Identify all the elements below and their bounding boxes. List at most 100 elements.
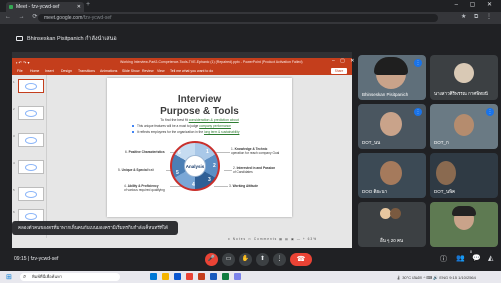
tab-close-icon[interactable]: ✕: [77, 2, 81, 12]
activities-icon[interactable]: ◭: [488, 254, 493, 262]
present-button[interactable]: ⬆: [256, 253, 269, 266]
excel-icon[interactable]: [222, 273, 229, 280]
speaking-indicator-icon: ⋮: [414, 108, 422, 116]
participant-tile[interactable]: ⋮ DOT_ก: [430, 104, 498, 149]
more-options-button[interactable]: ⋮: [273, 253, 286, 266]
label-detail: of various required qualifying: [124, 188, 165, 192]
wheel-number: 2: [213, 163, 216, 169]
teams-icon[interactable]: [234, 273, 241, 280]
presentation-icon: [16, 36, 23, 41]
bullet-text: It reflects employees for the organizati…: [137, 130, 204, 134]
url-path: /fzv-ycwd-sef: [82, 15, 112, 21]
powerpoint-status-bar[interactable]: ≡ Notes ▭ Comments ▦ ▤ ▣ — + 63%: [228, 237, 317, 241]
participant-name: DOO ติยะนา: [362, 189, 388, 194]
thumbnail-number: 4: [13, 161, 15, 165]
system-tray[interactable]: 🌡 30°C ฝนตก ^ ⌨ 🔊 ENG 9:15 1/10/2564: [396, 274, 476, 281]
participant-name: DOT_นน: [362, 140, 381, 145]
meeting-details: 09:15 | fzv-ycwd-sef: [14, 256, 59, 262]
ribbon-tab-review[interactable]: Review: [142, 69, 153, 73]
participant-tile[interactable]: ⋮ DOT_นน: [358, 104, 426, 149]
taskview-icon[interactable]: [150, 273, 157, 280]
slide-bullet: This unique features will be a must to j…: [132, 124, 231, 128]
ribbon-tab-design[interactable]: Design: [61, 69, 72, 73]
ribbon-tab-animations[interactable]: Animations: [100, 69, 117, 73]
label-detail: trait: [147, 168, 154, 172]
wheel-label-right: 1. Knowledge & Technic operation for reac…: [231, 147, 279, 155]
ribbon-tab-view[interactable]: View: [157, 69, 165, 73]
window-controls[interactable]: – ▢ ✕: [455, 1, 497, 8]
end-call-button[interactable]: ☎: [290, 253, 312, 266]
share-button[interactable]: Share: [331, 68, 347, 74]
chat-icon[interactable]: 💬: [472, 254, 481, 262]
slide-title: Interview: [177, 94, 222, 105]
presenting-label: Bhinseskan Pisitpanich กำลังนำเสนอ: [27, 36, 117, 42]
participant-avatar: [390, 208, 401, 219]
slide-thumbnail[interactable]: [18, 160, 44, 174]
slide-title-second-line: Purpose & Tools: [160, 106, 239, 117]
label-title: Unique & Special: [121, 168, 148, 172]
wheel-number: 1: [206, 149, 209, 155]
tell-me-search[interactable]: Tell me what you want to do: [170, 69, 213, 73]
wheel-label-left: 5. Unique & Special trait: [118, 168, 154, 172]
participant-tile[interactable]: [430, 202, 498, 247]
url-host: meet.google.com: [44, 15, 83, 21]
browser-tab[interactable]: Meet - fzv-ycwd-sef ✕: [6, 2, 84, 12]
slide-bullet: It reflects employees for the organizati…: [132, 130, 239, 134]
live-caption: คลองตัวคนของตรที่มาพากเห็นคนกับเบนมองครา…: [12, 221, 178, 235]
powerpoint-window-controls[interactable]: – ▢ ✕: [332, 58, 356, 64]
edge-icon[interactable]: [174, 273, 181, 280]
participant-video: [436, 161, 456, 185]
subtitle-prefix: To find the best fit: [160, 118, 189, 122]
slide-thumbnail[interactable]: [18, 187, 44, 201]
participant-tile[interactable]: ⋮ Bhinseskan Pisitpanich: [358, 55, 426, 100]
new-tab-button[interactable]: +: [86, 1, 90, 8]
address-bar[interactable]: meet.google.com/fzv-ycwd-sef: [38, 14, 438, 22]
label-detail: of Candidates: [233, 170, 253, 174]
participant-tile[interactable]: นางสาวศิริพรรณ กาศพิทยนี: [430, 55, 498, 100]
slide-thumbnail[interactable]: [18, 133, 44, 147]
taskbar-search-input[interactable]: พิมพ์ที่นี่เพื่อค้นหา: [20, 273, 120, 281]
participant-name: DOT_นพิค: [434, 189, 456, 194]
thumbnail-number: 2: [13, 107, 15, 111]
people-icon[interactable]: 👥: [456, 254, 465, 262]
more-participants-label: อื่น ๆ 20 คน: [380, 238, 404, 243]
windows-start-icon[interactable]: ⊞: [6, 273, 12, 281]
ribbon-tab-transitions[interactable]: Transitions: [78, 69, 95, 73]
ribbon-tab-file[interactable]: File: [17, 69, 23, 73]
word-icon[interactable]: [210, 273, 217, 280]
meeting-info-icon[interactable]: ⓘ: [440, 254, 447, 264]
powerpoint-icon[interactable]: [198, 273, 205, 280]
wheel-number: 5: [176, 170, 179, 176]
raise-hand-button[interactable]: ✋: [239, 253, 252, 266]
wheel-label-right: 3. Working Attitude: [229, 184, 258, 188]
chrome-icon[interactable]: [186, 273, 193, 280]
mic-button[interactable]: 🎤: [205, 253, 218, 266]
slide-thumbnail[interactable]: [18, 106, 44, 120]
ribbon-tab-slideshow[interactable]: Slide Show: [122, 69, 140, 73]
ribbon-tab-home[interactable]: Home: [30, 69, 39, 73]
thumbnail-number: 5: [13, 188, 15, 192]
participant-tile[interactable]: DOO ติยะนา: [358, 153, 426, 198]
powerpoint-title: Working Interview-Part2-Competence-Tools…: [120, 60, 303, 64]
slide-thumbnail[interactable]: [18, 79, 44, 93]
participant-tile[interactable]: DOT_นพิค: [430, 153, 498, 198]
slide-subtitle: To find the best fit consideration & pre…: [107, 118, 292, 122]
camera-button[interactable]: ▭: [222, 253, 235, 266]
wheel-label-left: 4. Ability & Proficiency of various requi…: [124, 184, 165, 192]
navigation-icons[interactable]: ← → ⟳: [5, 13, 40, 20]
participant-video: [380, 161, 402, 185]
ribbon-tab-insert[interactable]: Insert: [45, 69, 54, 73]
wheel-number: 3: [208, 177, 211, 183]
wheel-number: 4: [192, 182, 195, 188]
participant-tile[interactable]: อื่น ๆ 20 คน: [358, 202, 426, 247]
bullet-text: This unique features will be a must to j…: [137, 124, 200, 128]
file-explorer-icon[interactable]: [162, 273, 169, 280]
connector-line: [214, 186, 228, 187]
thumbnail-number: 6: [13, 210, 15, 214]
thumbnail-graphic: [25, 83, 37, 90]
browser-right-icons[interactable]: ★ ⧉ ⋮: [461, 13, 495, 21]
participant-hair: [374, 57, 408, 75]
meet-favicon-icon: [9, 5, 13, 9]
quick-access-toolbar[interactable]: ▪ ↶ ↷ ▾: [16, 60, 29, 65]
thumbnail-graphic: [25, 213, 37, 220]
